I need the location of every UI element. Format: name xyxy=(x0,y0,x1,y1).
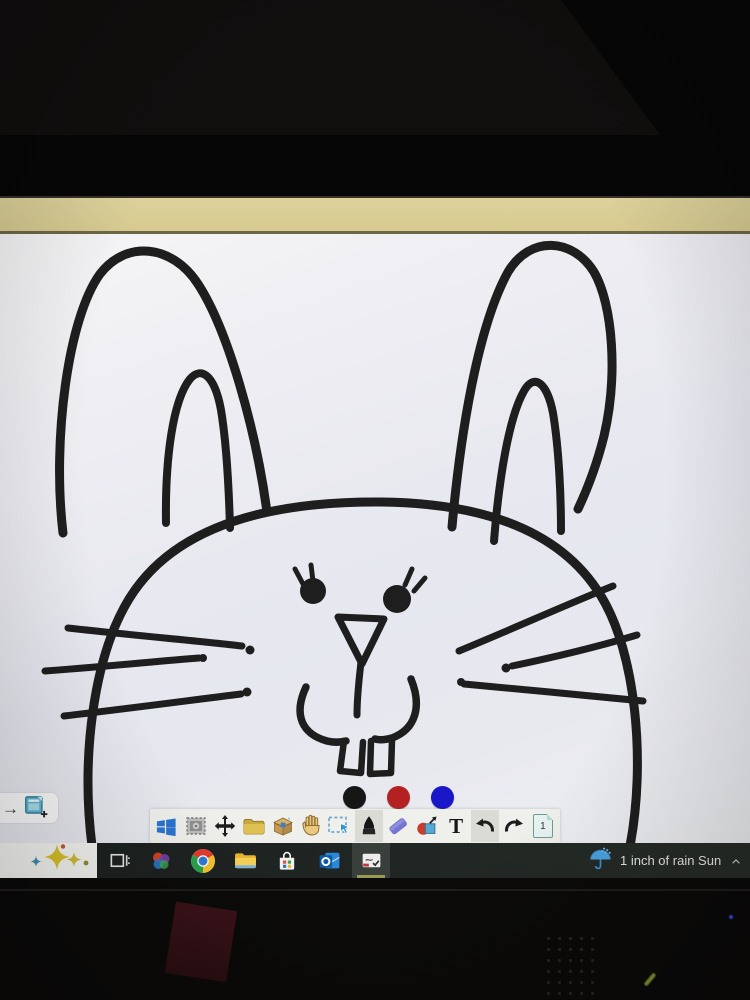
marker-icon[interactable] xyxy=(355,810,384,842)
page-number: 1 xyxy=(540,820,546,832)
microsoft-365-icon[interactable] xyxy=(142,843,180,878)
monitor-bottom-bezel xyxy=(0,878,750,1000)
umbrella-rain-icon xyxy=(588,846,613,876)
color-swatch-black[interactable] xyxy=(343,786,366,809)
weather-widget[interactable]: 1 inch of rain Sun xyxy=(588,843,721,878)
text-T-icon[interactable]: T xyxy=(442,810,470,842)
top-banner-strip xyxy=(0,196,750,234)
speaker-dot-grid xyxy=(543,933,599,1000)
package-icon[interactable] xyxy=(269,810,297,842)
windows-taskbar: 1 inch of rain Sun xyxy=(0,843,750,880)
power-led xyxy=(729,915,733,919)
reflection-glint xyxy=(643,972,657,987)
monitor-photo: → T 1 1 inch of rain Sun xyxy=(0,0,750,1000)
sparkle-stickers xyxy=(0,843,97,880)
stamp-icon[interactable] xyxy=(182,810,210,842)
chrome-icon[interactable] xyxy=(184,843,222,878)
sticky-note xyxy=(164,901,238,983)
next-page-arrow-icon[interactable]: → xyxy=(2,800,19,817)
redo-arrow-icon[interactable] xyxy=(500,810,528,842)
page-nav-pill[interactable]: → xyxy=(0,793,58,823)
color-swatch-blue[interactable] xyxy=(431,786,454,809)
windows-logo-icon[interactable] xyxy=(153,810,181,842)
microsoft-store-icon[interactable] xyxy=(268,843,306,878)
hand-icon[interactable] xyxy=(298,810,326,842)
outlook-icon[interactable] xyxy=(310,843,348,878)
folder-icon[interactable] xyxy=(240,810,268,842)
task-view-icon[interactable] xyxy=(100,843,138,878)
selection-cursor-icon[interactable] xyxy=(327,810,355,842)
whiteboard-app-icon[interactable] xyxy=(352,843,390,878)
color-swatch-red[interactable] xyxy=(387,786,410,809)
color-palette xyxy=(343,786,454,809)
undo-arrow-icon[interactable] xyxy=(471,810,500,842)
room-background-top xyxy=(0,0,750,196)
whiteboard-canvas[interactable] xyxy=(0,234,750,844)
page-icon[interactable]: 1 xyxy=(529,810,557,842)
add-page-icon[interactable] xyxy=(23,793,49,824)
drawing-toolbar: T 1 xyxy=(150,809,560,843)
chevron-up-icon[interactable] xyxy=(725,843,747,878)
move-arrows-icon[interactable] xyxy=(211,810,239,842)
shapes-icon[interactable] xyxy=(413,810,441,842)
eraser-icon[interactable] xyxy=(384,810,412,842)
file-explorer-icon[interactable] xyxy=(226,843,264,878)
weather-label: 1 inch of rain Sun xyxy=(620,853,722,868)
